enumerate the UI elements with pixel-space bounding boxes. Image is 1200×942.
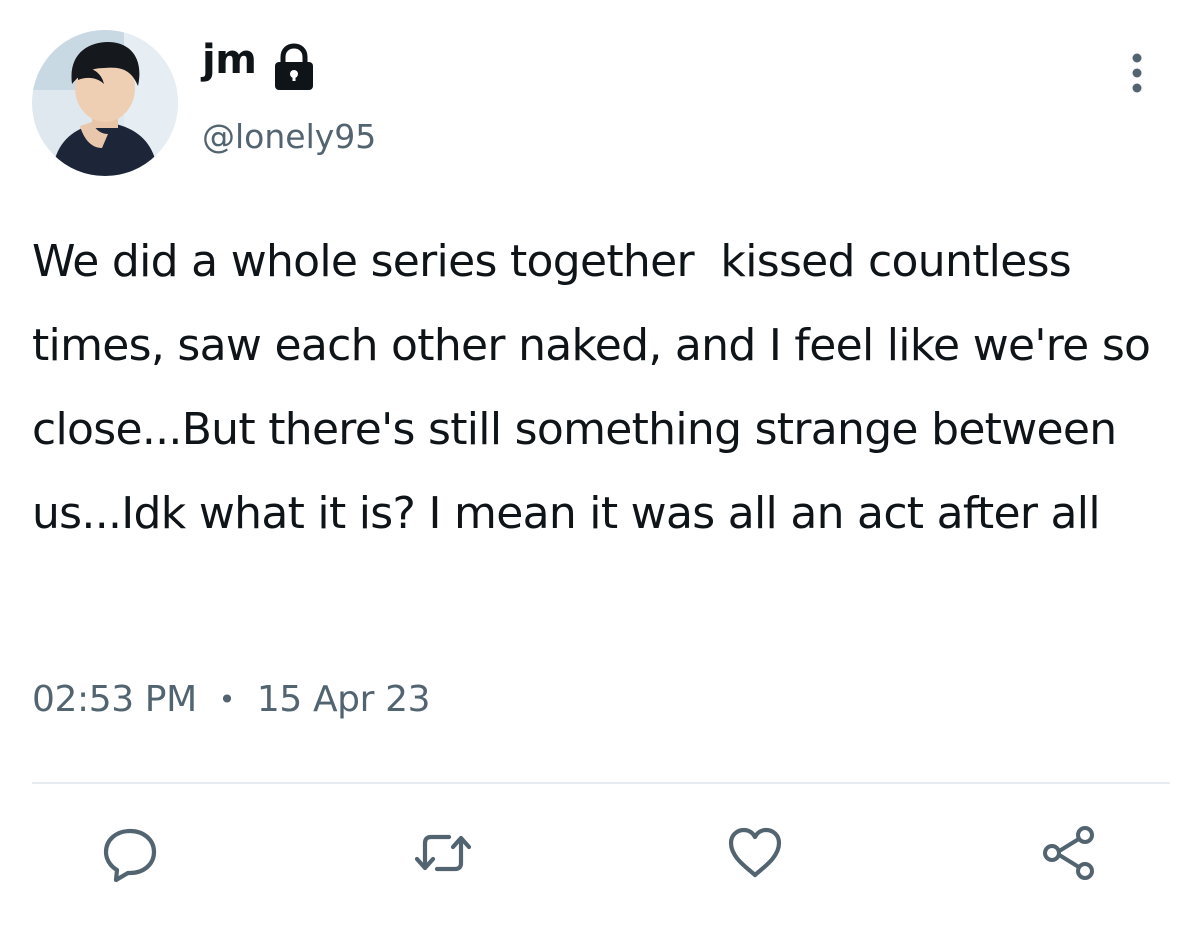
tweet-timestamp: 02:53 PM • 15 Apr 23 — [32, 682, 430, 718]
avatar[interactable] — [32, 30, 178, 176]
lock-icon — [270, 42, 318, 92]
share-button[interactable] — [1034, 818, 1104, 888]
divider — [32, 782, 1170, 784]
share-icon — [1038, 822, 1100, 884]
reply-icon — [100, 823, 160, 883]
tweet-date[interactable]: 15 Apr 23 — [257, 682, 431, 718]
more-options-icon[interactable] — [1120, 48, 1154, 98]
like-button[interactable] — [720, 818, 790, 888]
tweet-time[interactable]: 02:53 PM — [32, 682, 197, 718]
meta-separator: • — [218, 683, 236, 716]
user-handle[interactable]: @lonely95 — [202, 120, 376, 153]
retweet-icon — [411, 823, 475, 883]
like-heart-icon — [724, 823, 786, 883]
display-name[interactable]: jm — [202, 40, 257, 80]
retweet-button[interactable] — [408, 818, 478, 888]
tweet-text: We did a whole series together kissed co… — [32, 236, 1164, 539]
reply-button[interactable] — [95, 818, 165, 888]
